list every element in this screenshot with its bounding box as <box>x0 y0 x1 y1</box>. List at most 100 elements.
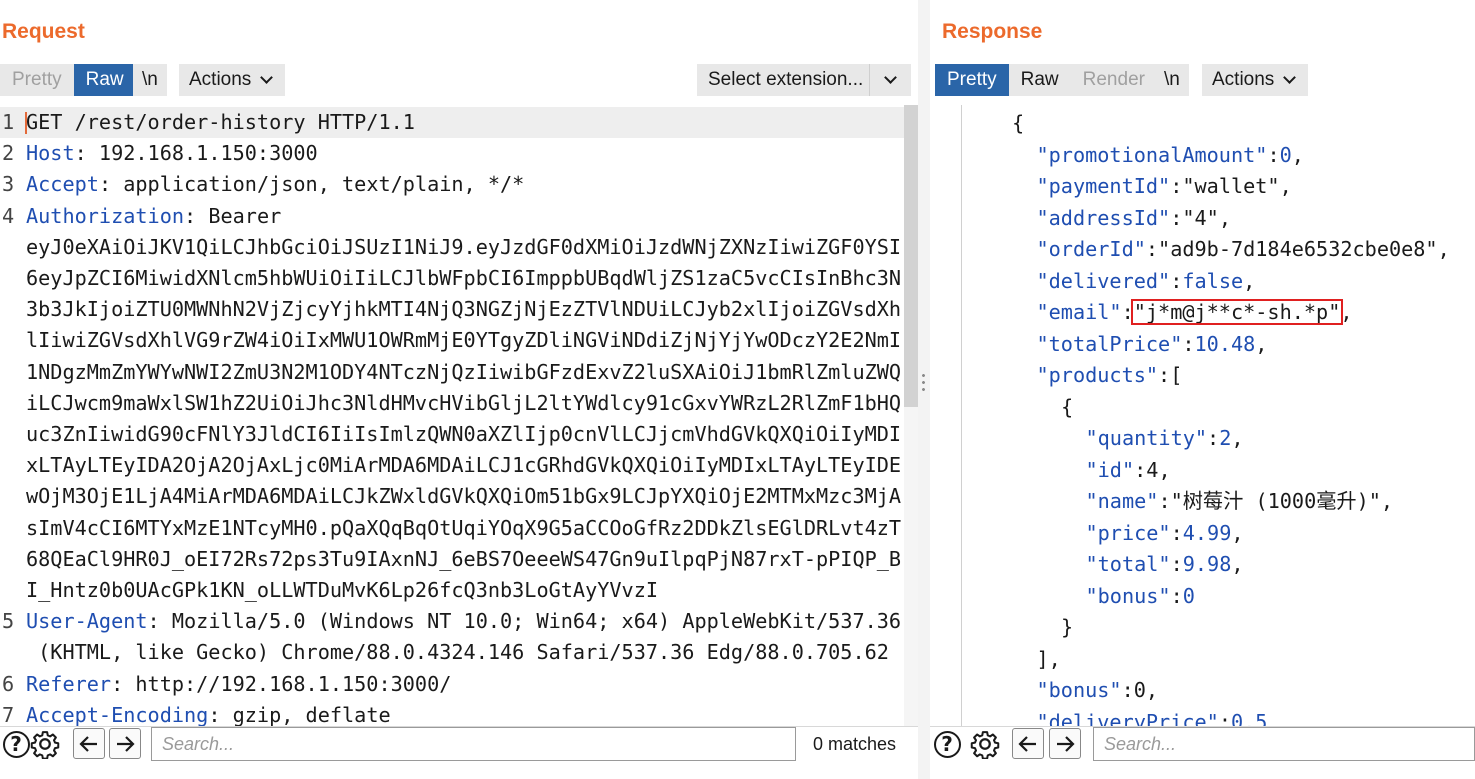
request-scrollbar-thumb[interactable] <box>904 105 918 407</box>
json-line: "promotionalAmount":0, <box>1037 140 1304 171</box>
json-colon: : <box>1182 331 1195 356</box>
json-punct: , <box>1231 552 1244 576</box>
json-key: "orderId" <box>1036 237 1146 261</box>
line-text: eyJ0eXAiOiJKV1QiLCJhbGciOiJSUzI1NiJ9.eyJ… <box>26 234 902 259</box>
json-key: "quantity" <box>1085 426 1208 450</box>
gear-icon <box>970 731 1000 759</box>
json-line: "paymentId":"wallet", <box>1037 171 1292 202</box>
response-tab-raw[interactable]: Raw <box>1008 64 1071 96</box>
json-value: 0 <box>1279 142 1292 167</box>
request-extension-label: Select extension... <box>708 69 864 90</box>
json-line: "products":[ <box>1037 360 1183 391</box>
request-line: 2 Host: 192.168.1.150:3000 <box>0 138 904 169</box>
json-line: } <box>1061 612 1073 643</box>
json-line: { <box>1012 108 1024 139</box>
line-text: 1NDgzMmZmYWYwNWI2ZmU3N2M1ODY4NTczNjQzIiw… <box>26 359 902 384</box>
request-search-prev-button[interactable] <box>73 728 105 759</box>
json-punct: , <box>1279 174 1292 198</box>
json-key: "products" <box>1036 363 1159 387</box>
json-colon: : <box>1170 205 1183 230</box>
response-settings-button[interactable] <box>969 727 1001 761</box>
json-value: ], <box>1036 646 1061 671</box>
json-key: "bonus" <box>1085 583 1171 608</box>
request-editor[interactable]: 1 GET /rest/order-history HTTP/1.1 2 Host: … <box>0 105 918 726</box>
response-search-prev-button[interactable] <box>1012 728 1044 759</box>
request-view-tabs: Pretty Raw <box>0 64 136 96</box>
response-editor[interactable]: { "promotionalAmount":0, "paymentId":"wall… <box>930 105 1475 726</box>
request-newline-toggle[interactable]: \n <box>133 64 167 96</box>
request-actions-label: Actions <box>189 69 252 90</box>
line-code: Authorization: Bearer <box>26 201 281 232</box>
json-key: "deliveryPrice" <box>1036 709 1219 727</box>
json-key: "paymentId" <box>1036 174 1171 198</box>
request-matches-count: 0 matches <box>813 734 897 754</box>
chevron-down-icon <box>259 72 275 88</box>
json-value: [ <box>1170 363 1183 387</box>
request-line: 1NDgzMmZmYWYwNWI2ZmU3N2M1ODY4NTczNjQzIiw… <box>0 357 904 388</box>
request-search-next-button[interactable] <box>109 728 141 759</box>
request-line: 5 User-Agent: Mozilla/5.0 (Windows NT 10.… <box>0 606 904 637</box>
request-line: xLTAyLTEyIDA2OjA2OjAxLjc0MiArMDA6MDAiLCJ… <box>0 450 904 481</box>
header-name: Host <box>26 141 75 166</box>
json-value: 4 <box>1146 457 1159 482</box>
line-code: 3b3JkIjoiZTU0MWNhN2VjZjcyYjhkMTI4NjQ3NGZ… <box>26 294 901 325</box>
json-key: "totalPrice" <box>1036 331 1183 356</box>
response-tab-pretty[interactable]: Pretty <box>935 64 1009 96</box>
line-code: (KHTML, like Gecko) Chrome/88.0.4324.146… <box>26 637 889 668</box>
request-actions-button[interactable]: Actions <box>179 64 286 96</box>
request-settings-button[interactable] <box>29 727 61 761</box>
response-actions-button[interactable]: Actions <box>1202 64 1309 96</box>
response-search-input[interactable] <box>1093 727 1475 761</box>
request-line: uc3ZnIiwidG90cFNlY3JldCI6IiIsImlzQWN0aXZ… <box>0 419 904 450</box>
request-help-button[interactable]: ? <box>0 727 32 761</box>
json-punct: , <box>1291 142 1304 167</box>
request-line: lIiwiZGVsdXhlVG9rZW4iOiIxMWU1OWRmMjE0YTg… <box>0 325 904 356</box>
request-tab-pretty[interactable]: Pretty <box>0 64 74 96</box>
json-line: { <box>1061 392 1073 423</box>
line-text: : gzip, deflate <box>208 702 391 726</box>
request-title: Request <box>2 20 85 43</box>
line-text: : 192.168.1.150:3000 <box>74 141 318 166</box>
response-search-next-button[interactable] <box>1049 728 1081 759</box>
arrow-left-icon <box>1018 735 1036 752</box>
request-extension-dropdown[interactable] <box>869 64 911 96</box>
response-help-button[interactable]: ? <box>931 727 963 761</box>
response-title: Response <box>942 20 1043 43</box>
line-text: sImV4cCI6MTYxMzE1NTcyMH0.pQaXQqBqOtUqiYO… <box>26 515 902 540</box>
request-line: 6 Referer: http://192.168.1.150:3000/ <box>0 669 904 700</box>
line-text: uc3ZnIiwidG90cFNlY3JldCI6IiIsImlzQWN0aXZ… <box>26 422 902 446</box>
json-colon: : <box>1134 457 1147 482</box>
request-tab-raw[interactable]: Raw <box>73 64 136 96</box>
json-punct: , <box>1437 237 1450 261</box>
json-key: "total" <box>1085 552 1171 576</box>
line-number: 1 <box>2 110 15 134</box>
json-line: "totalPrice":10.48, <box>1037 329 1268 360</box>
splitter-grip-icon[interactable] <box>921 372 926 394</box>
request-search-input[interactable] <box>151 727 796 761</box>
json-punct: , <box>1231 426 1244 450</box>
request-extension-select[interactable]: Select extension... <box>697 64 911 96</box>
json-line: "id":4, <box>1086 455 1171 486</box>
line-text: I_Hntz0b0UAcGPk1KN_oLLWTDuMvK6Lp26fcQ3nb… <box>26 578 659 602</box>
response-newline-label: \n <box>1164 69 1180 90</box>
request-line: iLCJwcm9maWxlSW1hZ2UiOiJhc3NldHMvcHVibGl… <box>0 388 904 419</box>
json-colon: : <box>1170 583 1183 608</box>
line-text: lIiwiZGVsdXhlVG9rZW4iOiIxMWU1OWRmMjE0YTg… <box>26 328 902 353</box>
request-line: 68QEaCl9HR0J_oEI72Rs72ps3Tu9IAxnNJ_6eBS7… <box>0 544 904 575</box>
line-code: wOjM3OjE1LjA4MiArMDA6MDAiLCJkZWxldGVkQXQ… <box>26 481 901 512</box>
json-key: "addressId" <box>1036 205 1171 230</box>
line-code: eyJ0eXAiOiJKV1QiLCJhbGciOiJSUzI1NiJ9.eyJ… <box>26 232 901 263</box>
line-text: : Bearer <box>184 203 282 228</box>
json-colon: : <box>1145 237 1159 261</box>
request-line: 1 GET /rest/order-history HTTP/1.1 <box>0 107 904 138</box>
header-name: User-Agent <box>26 609 148 634</box>
json-line: "quantity":2, <box>1086 423 1244 454</box>
line-number: 5 <box>2 609 15 634</box>
response-tab-render[interactable]: Render <box>1070 64 1157 96</box>
request-line: 4 Authorization: Bearer <box>0 201 904 232</box>
json-colon: : <box>1170 268 1183 293</box>
json-value: { <box>1061 394 1074 419</box>
line-code: GET /rest/order-history HTTP/1.1 <box>26 107 415 138</box>
json-line: "orderId":"ad9b-7d184e6532cbe0e8", <box>1037 234 1450 265</box>
response-newline-toggle[interactable]: \n <box>1155 64 1189 96</box>
